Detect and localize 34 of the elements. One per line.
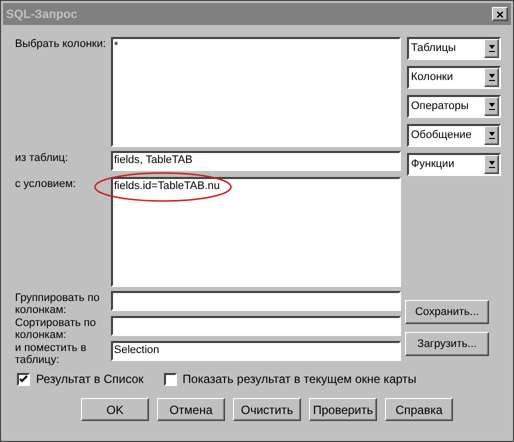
checkbox[interactable] <box>17 372 30 386</box>
input-field[interactable]: Selection <box>111 341 401 361</box>
checkbox-label: Результат в Список <box>36 371 144 388</box>
checkbox-label: Показать результат в текущем окне карты <box>182 371 416 388</box>
field-value: fields, TableTAB <box>114 154 192 166</box>
dialog-button[interactable]: OK <box>81 398 149 421</box>
field-label: и поместить в таблицу: <box>15 341 88 366</box>
checkbox[interactable] <box>164 372 177 386</box>
dropdown[interactable]: Колонки <box>407 66 501 89</box>
text-area[interactable]: fields.id=TableTAB.nu <box>111 177 401 287</box>
field-label: из таблиц: <box>15 151 70 166</box>
dropdown[interactable]: Таблицы <box>407 37 501 60</box>
side-button[interactable]: Загрузить... <box>405 332 489 356</box>
input-field[interactable]: fields, TableTAB <box>111 151 401 171</box>
dropdown[interactable]: Операторы <box>407 95 501 118</box>
dialog-button[interactable]: Проверить <box>309 398 377 421</box>
field-value: * <box>114 40 118 52</box>
close-button[interactable]: × <box>492 7 508 21</box>
dropdown[interactable]: Обобщение <box>407 124 501 147</box>
field-label: с условием: <box>15 177 77 192</box>
field-label: Сортировать по колонкам: <box>15 316 97 341</box>
dialog-button[interactable]: Очистить <box>233 398 301 421</box>
dialog-button[interactable]: Отмена <box>157 398 225 421</box>
input-field[interactable] <box>111 316 401 336</box>
field-value: Selection <box>114 344 160 356</box>
dropdown[interactable]: Функции <box>407 153 501 176</box>
window-title: SQL-Запрос <box>6 6 78 23</box>
side-button[interactable]: Сохранить... <box>405 300 489 324</box>
field-label: Группировать по колонкам: <box>15 291 101 316</box>
input-field[interactable] <box>111 291 401 311</box>
text-area[interactable]: * <box>111 37 401 147</box>
field-value: fields.id=TableTAB.nu <box>114 180 220 192</box>
dialog-button[interactable]: Справка <box>385 398 453 421</box>
field-label: Выбрать колонки: <box>15 37 107 52</box>
